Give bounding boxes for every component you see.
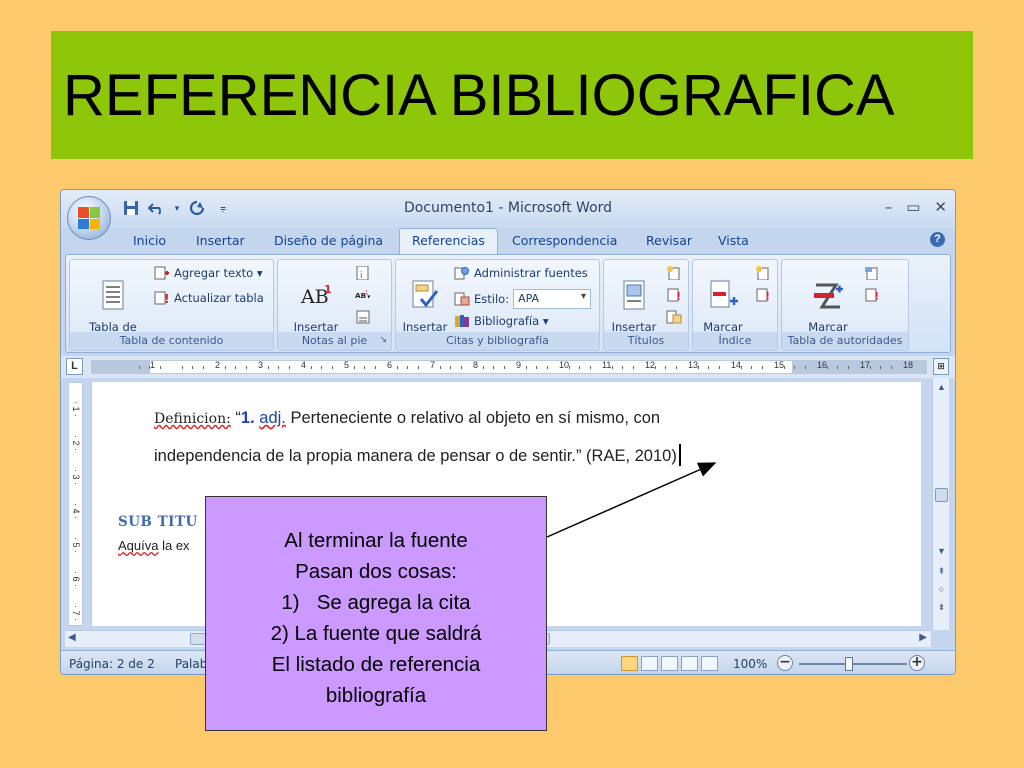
callout-line: Al terminar la fuente bbox=[284, 529, 468, 552]
callout-line: El listado de referencia bbox=[271, 653, 481, 676]
office-logo-icon bbox=[78, 207, 100, 229]
callout-line: 1) Se agrega la cita bbox=[281, 591, 471, 614]
callout-line: bibliografía bbox=[325, 684, 427, 707]
callout-line: Pasan dos cosas: bbox=[295, 560, 457, 583]
callout-box: Al terminar la fuente Pasan dos cosas: 1) … bbox=[205, 496, 547, 731]
office-button[interactable] bbox=[67, 196, 111, 240]
callout-line: 2) La fuente que saldrá bbox=[270, 622, 482, 645]
